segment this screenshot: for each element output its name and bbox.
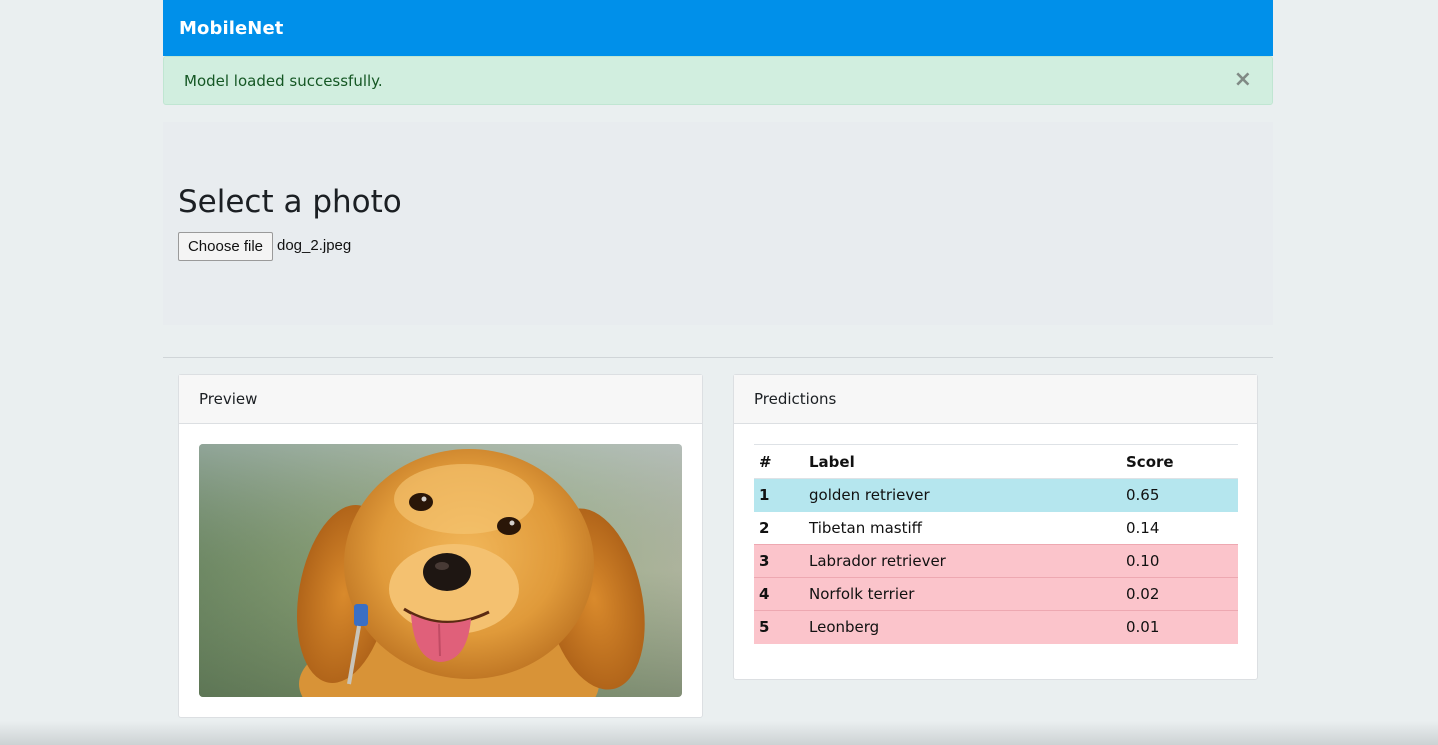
divider: [163, 357, 1273, 358]
alert-message: Model loaded successfully.: [184, 71, 383, 90]
row-label: Labrador retriever: [804, 544, 1121, 578]
predictions-title: Predictions: [754, 390, 837, 408]
predictions-card: Predictions # Label Score 1 golden retri…: [733, 374, 1258, 680]
page-container: MobileNet Model loaded successfully. × S…: [163, 0, 1273, 745]
row-score: 0.14: [1121, 511, 1238, 545]
upload-section: Select a photo Choose file dog_2.jpeg: [163, 122, 1273, 325]
table-header-row: # Label Score: [754, 444, 1238, 479]
table-row: 2 Tibetan mastiff 0.14: [754, 511, 1238, 545]
row-score: 0.65: [1121, 478, 1238, 512]
row-label: golden retriever: [804, 478, 1121, 512]
row-label: Tibetan mastiff: [804, 511, 1121, 545]
predictions-card-header: Predictions: [734, 375, 1257, 424]
preview-title: Preview: [199, 390, 258, 408]
table-row: 4 Norfolk terrier 0.02: [754, 577, 1238, 611]
predictions-table: # Label Score 1 golden retriever 0.65 2 …: [754, 444, 1238, 644]
navbar: MobileNet: [163, 0, 1273, 56]
preview-card-header: Preview: [179, 375, 702, 424]
row-rank: 2: [754, 511, 804, 545]
upload-heading: Select a photo: [178, 184, 402, 220]
row-label: Leonberg: [804, 610, 1121, 644]
preview-card: Preview: [178, 374, 703, 718]
row-rank: 5: [754, 610, 804, 644]
table-row: 5 Leonberg 0.01: [754, 610, 1238, 644]
row-rank: 3: [754, 544, 804, 578]
success-alert: Model loaded successfully. ×: [163, 56, 1273, 105]
row-score: 0.02: [1121, 577, 1238, 611]
table-row: 3 Labrador retriever 0.10: [754, 544, 1238, 578]
bottom-shadow: [0, 721, 1438, 745]
row-rank: 4: [754, 577, 804, 611]
row-rank: 1: [754, 478, 804, 512]
row-label: Norfolk terrier: [804, 577, 1121, 611]
row-score: 0.10: [1121, 544, 1238, 578]
close-icon[interactable]: ×: [1234, 69, 1252, 91]
preview-image: [199, 444, 682, 697]
column-header-label: Label: [804, 444, 1121, 479]
navbar-brand[interactable]: MobileNet: [179, 18, 284, 39]
column-header-score: Score: [1121, 444, 1238, 479]
choose-file-button[interactable]: Choose file: [178, 232, 273, 261]
table-row: 1 golden retriever 0.65: [754, 478, 1238, 512]
selected-file-name: dog_2.jpeg: [277, 237, 352, 254]
column-header-rank: #: [754, 444, 804, 479]
row-score: 0.01: [1121, 610, 1238, 644]
